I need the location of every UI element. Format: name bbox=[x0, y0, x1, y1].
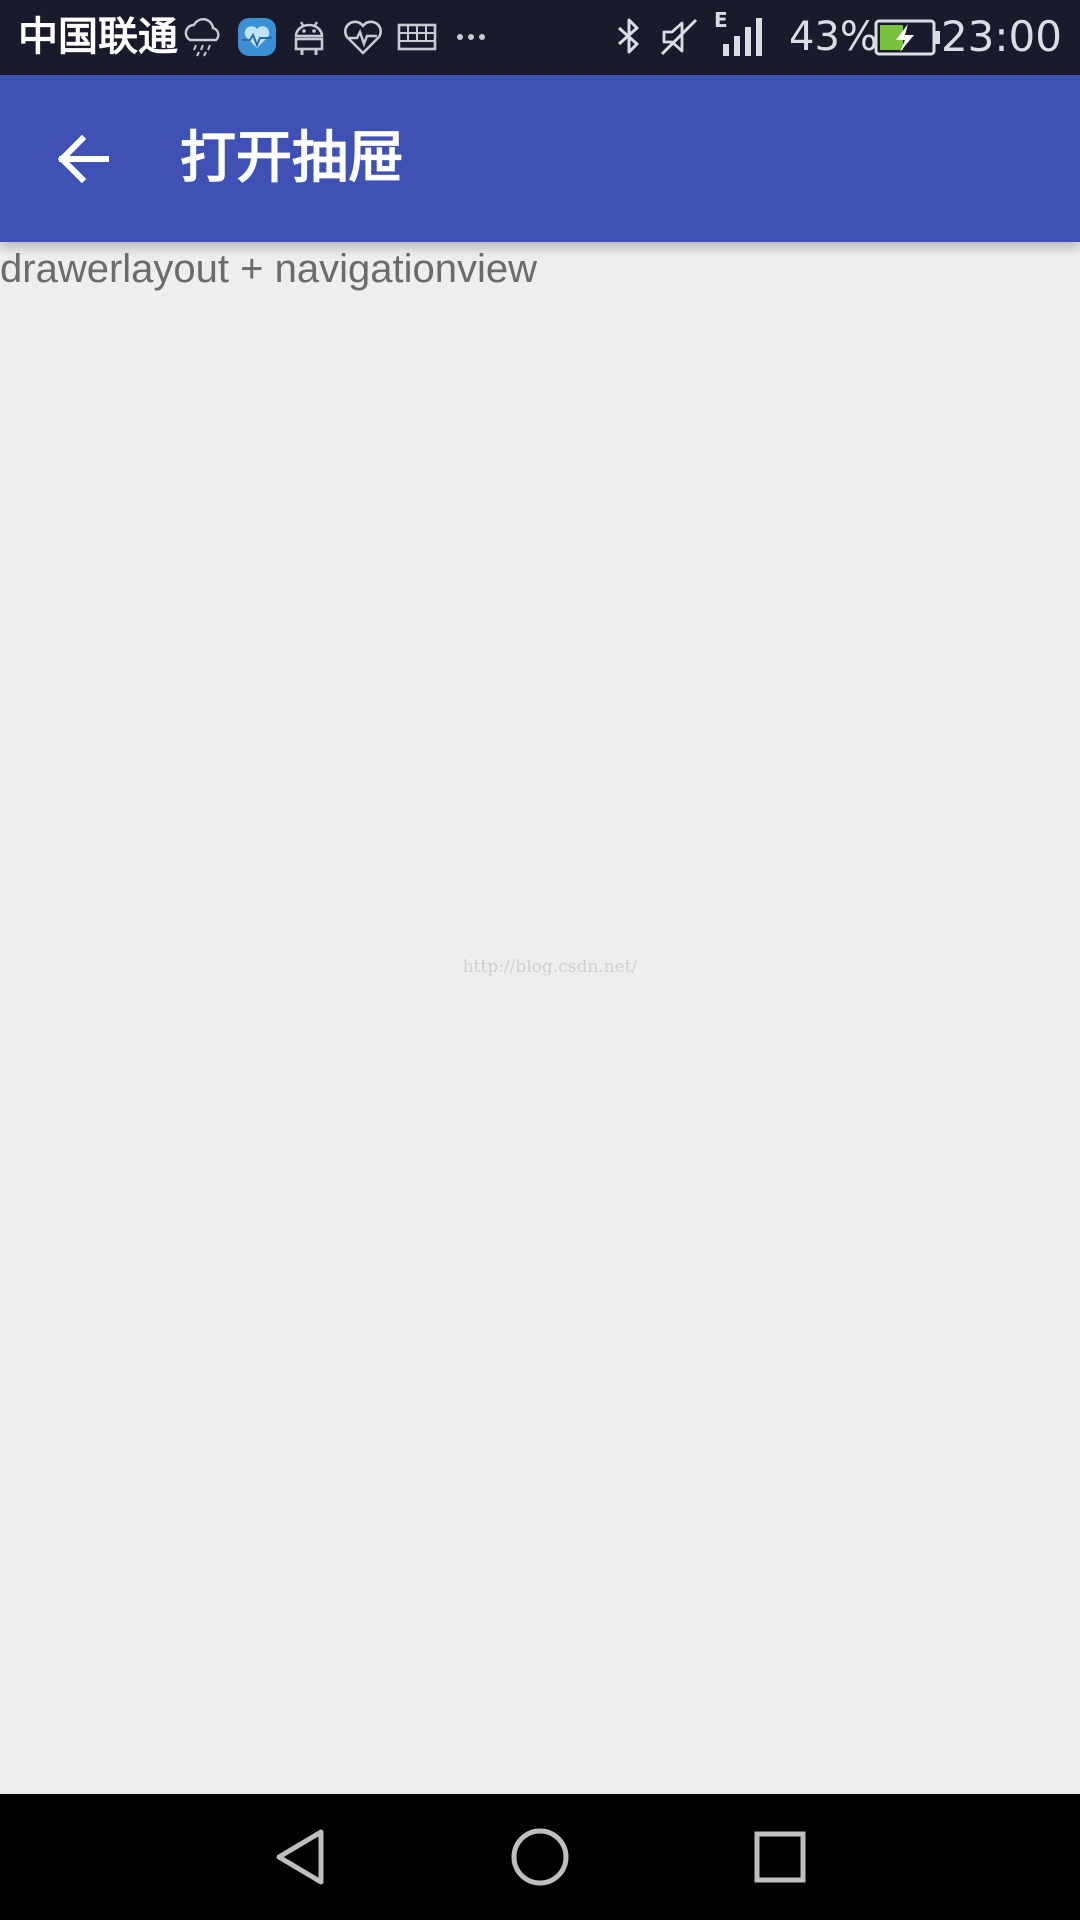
watermark-text: http://blog.csdn.net/ bbox=[462, 957, 638, 977]
signal-icon bbox=[720, 14, 770, 60]
keyboard-icon bbox=[394, 14, 440, 60]
app-toolbar: 打开抽屉 bbox=[0, 75, 1080, 242]
more-dots-icon bbox=[448, 14, 494, 60]
clock: 23:00 bbox=[940, 12, 1062, 61]
system-navigation-bar bbox=[0, 1794, 1080, 1920]
android-icon bbox=[286, 14, 332, 60]
battery-charging-icon bbox=[874, 18, 942, 58]
weather-icon bbox=[180, 14, 226, 60]
health-app-icon bbox=[234, 14, 280, 60]
bluetooth-icon bbox=[606, 14, 652, 60]
carrier-name: 中国联通 bbox=[18, 14, 178, 60]
toolbar-title: 打开抽屉 bbox=[180, 126, 404, 191]
nav-recents-icon[interactable] bbox=[745, 1822, 815, 1892]
content-text: drawerlayout + navigationview bbox=[0, 247, 537, 291]
heart-rate-icon bbox=[340, 14, 386, 60]
arrow-back-icon[interactable] bbox=[48, 123, 120, 195]
mute-icon bbox=[656, 14, 702, 60]
status-bar: 中国联通 E 43% 23:00 bbox=[0, 0, 1080, 75]
nav-home-icon[interactable] bbox=[505, 1822, 575, 1892]
main-content: drawerlayout + navigationview http://blo… bbox=[0, 242, 1080, 1794]
battery-percent: 43% bbox=[789, 14, 878, 60]
nav-back-icon[interactable] bbox=[265, 1822, 335, 1892]
